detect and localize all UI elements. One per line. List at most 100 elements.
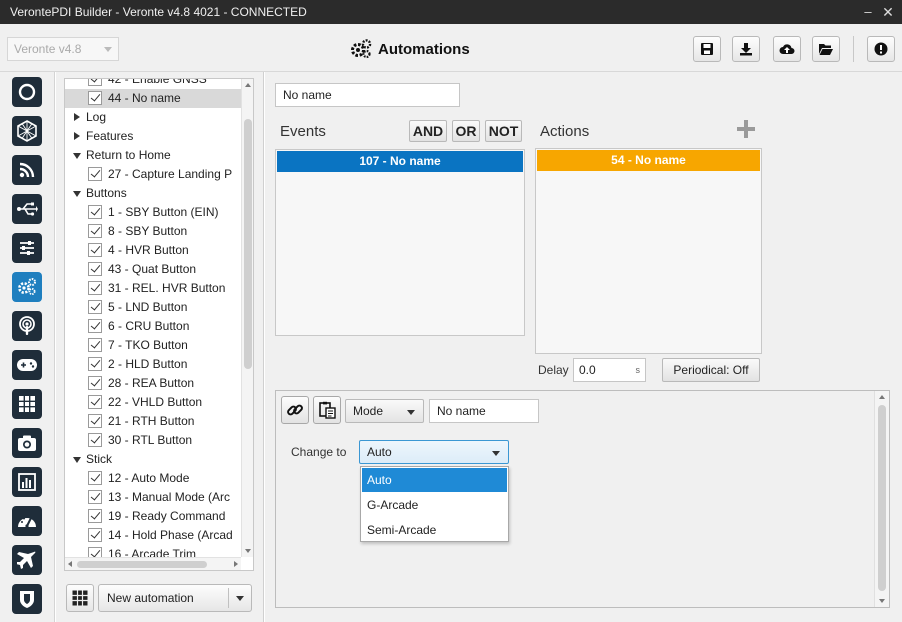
dropdown-option-semi-arcade[interactable]: Semi-Arcade [362, 518, 507, 542]
new-automation-button[interactable]: New automation [98, 584, 252, 612]
checkbox[interactable] [88, 490, 102, 504]
tree-row[interactable]: Buttons [65, 184, 241, 203]
tree-row[interactable]: Stick [65, 450, 241, 469]
periodical-toggle-button[interactable]: Periodical: Off [662, 358, 760, 382]
cloud-upload-button[interactable] [773, 36, 801, 62]
tree-row[interactable]: 12 - Auto Mode [65, 469, 241, 488]
expand-arrow-icon[interactable] [73, 457, 81, 463]
sidebar-item-automations[interactable] [12, 272, 42, 302]
tree-row[interactable]: 13 - Manual Mode (Arc [65, 488, 241, 507]
tree-row[interactable]: 21 - RTH Button [65, 412, 241, 431]
checkbox[interactable] [88, 224, 102, 238]
sidebar-item-settings[interactable] [12, 233, 42, 263]
checkbox[interactable] [88, 376, 102, 390]
sidebar-item-instruments[interactable] [12, 506, 42, 536]
tree-row[interactable]: 31 - REL. HVR Button [65, 279, 241, 298]
tree-row[interactable]: 8 - SBY Button [65, 222, 241, 241]
checkbox[interactable] [88, 395, 102, 409]
scroll-thumb[interactable] [77, 561, 207, 568]
expand-arrow-icon[interactable] [73, 153, 81, 159]
sidebar-item-power[interactable] [12, 77, 42, 107]
action-type-select[interactable]: Mode [345, 399, 424, 423]
save-button[interactable] [693, 36, 721, 62]
tree-row[interactable]: Return to Home [65, 146, 241, 165]
close-button[interactable]: ✕ [880, 4, 896, 20]
chevron-down-icon[interactable] [236, 596, 244, 601]
automation-name-input[interactable]: No name [275, 83, 460, 107]
sidebar-item-plots[interactable] [12, 467, 42, 497]
checkbox[interactable] [88, 167, 102, 181]
checkbox[interactable] [88, 471, 102, 485]
delay-input[interactable]: 0.0 s [573, 358, 646, 382]
action-name-input[interactable]: No name [429, 399, 539, 423]
sidebar-item-usb[interactable] [12, 194, 42, 224]
tree-row[interactable]: 43 - Quat Button [65, 260, 241, 279]
change-to-select[interactable]: Auto [359, 440, 509, 464]
tree-row[interactable]: 1 - SBY Button (EIN) [65, 203, 241, 222]
checkbox[interactable] [88, 300, 102, 314]
scroll-right-arrow[interactable] [234, 561, 238, 567]
scroll-down-arrow[interactable] [879, 599, 885, 603]
add-action-icon[interactable] [736, 119, 756, 139]
or-button[interactable]: OR [452, 120, 480, 142]
grid-view-button[interactable] [66, 584, 94, 612]
checkbox[interactable] [88, 319, 102, 333]
version-select[interactable]: Veronte v4.8 [7, 37, 119, 61]
sidebar-item-feed[interactable] [12, 155, 42, 185]
sidebar-item-flight[interactable] [12, 545, 42, 575]
tree-row[interactable]: 42 - Enable GNSS [65, 79, 241, 89]
not-button[interactable]: NOT [485, 120, 522, 142]
and-button[interactable]: AND [409, 120, 447, 142]
checkbox[interactable] [88, 79, 102, 86]
tree-row[interactable]: Features [65, 127, 241, 146]
scroll-thumb[interactable] [878, 405, 886, 591]
tree-row[interactable]: 27 - Capture Landing P [65, 165, 241, 184]
dropdown-option-auto[interactable]: Auto [362, 468, 507, 492]
sidebar-item-broadcast[interactable] [12, 311, 42, 341]
scroll-thumb[interactable] [244, 119, 252, 369]
checkbox[interactable] [88, 91, 102, 105]
scroll-up-arrow[interactable] [879, 395, 885, 399]
checkbox[interactable] [88, 414, 102, 428]
checkbox[interactable] [88, 509, 102, 523]
dropdown-option-g-arcade[interactable]: G-Arcade [362, 493, 507, 517]
tree-row[interactable]: 28 - REA Button [65, 374, 241, 393]
checkbox[interactable] [88, 433, 102, 447]
tree-row[interactable]: 5 - LND Button [65, 298, 241, 317]
tree-row[interactable]: 44 - No name [65, 89, 241, 108]
tree-row[interactable]: 7 - TKO Button [65, 336, 241, 355]
paste-button[interactable] [313, 396, 341, 424]
sidebar-item-network[interactable] [12, 116, 42, 146]
minimize-button[interactable]: – [860, 4, 876, 20]
info-button[interactable] [867, 36, 895, 62]
tree-row[interactable]: 2 - HLD Button [65, 355, 241, 374]
action-item[interactable]: 54 - No name [537, 150, 760, 171]
tree-row[interactable]: 14 - Hold Phase (Arcad [65, 526, 241, 545]
tree-row[interactable]: Log [65, 108, 241, 127]
link-button[interactable] [281, 396, 309, 424]
download-button[interactable] [732, 36, 760, 62]
sidebar-item-camera[interactable] [12, 428, 42, 458]
tree-row[interactable]: 6 - CRU Button [65, 317, 241, 336]
expand-arrow-icon[interactable] [73, 191, 81, 197]
collapse-arrow-icon[interactable] [74, 132, 80, 140]
tree-row[interactable]: 19 - Ready Command [65, 507, 241, 526]
scroll-down-arrow[interactable] [245, 549, 251, 553]
checkbox[interactable] [88, 357, 102, 371]
tree-row[interactable]: 4 - HVR Button [65, 241, 241, 260]
tree-row[interactable]: 30 - RTL Button [65, 431, 241, 450]
tree-horizontal-scrollbar[interactable] [65, 557, 241, 570]
scroll-up-arrow[interactable] [245, 83, 251, 87]
tree-row[interactable]: 22 - VHLD Button [65, 393, 241, 412]
tree-vertical-scrollbar[interactable] [241, 79, 253, 557]
checkbox[interactable] [88, 205, 102, 219]
checkbox[interactable] [88, 262, 102, 276]
sidebar-item-security[interactable] [12, 584, 42, 614]
event-item[interactable]: 107 - No name [277, 151, 523, 172]
collapse-arrow-icon[interactable] [74, 113, 80, 121]
checkbox[interactable] [88, 528, 102, 542]
checkbox[interactable] [88, 243, 102, 257]
action-panel-scrollbar[interactable] [874, 391, 889, 607]
sidebar-item-grid[interactable] [12, 389, 42, 419]
checkbox[interactable] [88, 281, 102, 295]
